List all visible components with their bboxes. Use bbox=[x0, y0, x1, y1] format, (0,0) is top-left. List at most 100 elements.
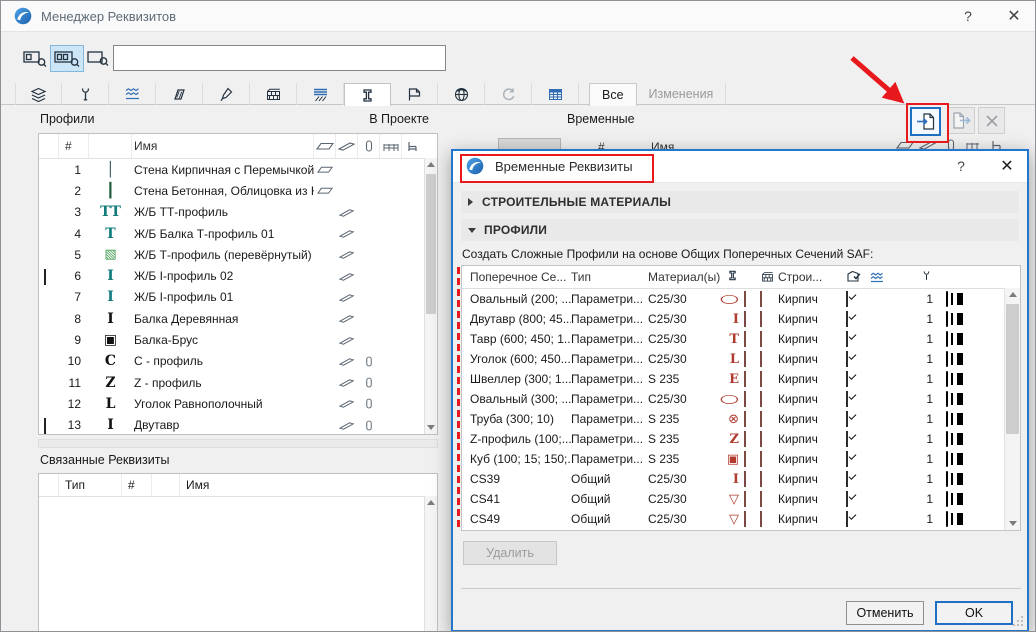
fill-checkbox[interactable] bbox=[846, 351, 848, 367]
tab-composites[interactable] bbox=[250, 83, 297, 105]
column-header-type[interactable]: Тип bbox=[571, 270, 648, 284]
fill-checkbox[interactable] bbox=[846, 491, 848, 507]
linked-column-number[interactable]: # bbox=[122, 474, 152, 496]
column-header-cross-section[interactable]: Поперечное Се... bbox=[462, 270, 571, 284]
line-type-column-icon[interactable] bbox=[861, 271, 909, 283]
delete-button[interactable]: Удалить bbox=[463, 541, 557, 565]
profile-row[interactable]: 2 ┃ Стена Бетонная, Облицовка из Кир... bbox=[39, 180, 437, 201]
ok-button[interactable]: OK bbox=[935, 601, 1013, 625]
linked-column-name[interactable]: Имя bbox=[180, 474, 424, 496]
filter-both-button[interactable] bbox=[50, 45, 84, 72]
tab-layers[interactable] bbox=[15, 83, 62, 105]
scrollbar-thumb[interactable] bbox=[426, 174, 436, 314]
cross-section-row[interactable]: Уголок (600; 450... Параметри... C25/30 … bbox=[462, 349, 1020, 369]
cross-section-row[interactable]: Овальный (200; ... Параметри... C25/30 ○… bbox=[462, 289, 1020, 309]
tab-surfaces[interactable] bbox=[203, 83, 250, 105]
tab-changes[interactable]: Изменения bbox=[637, 83, 727, 105]
cross-section-row[interactable]: CS49 Общий C25/30 ▽ Кирпич 1 bbox=[462, 509, 1020, 529]
profile-row[interactable]: 8 I Балка Деревянная bbox=[39, 308, 437, 329]
fill-checkbox[interactable] bbox=[846, 371, 848, 387]
cross-section-row[interactable]: Z-профиль (100;... Параметри... S 235 Z … bbox=[462, 429, 1020, 449]
delete-temporary-button[interactable] bbox=[978, 107, 1005, 134]
cross-section-row[interactable]: Труба (300; 10) Параметри... S 235 ⊗ Кир… bbox=[462, 409, 1020, 429]
help-button[interactable]: ? bbox=[951, 1, 985, 30]
fill-swatch bbox=[744, 391, 746, 407]
section-profiles[interactable]: ПРОФИЛИ bbox=[461, 219, 1019, 241]
pen-column-icon[interactable] bbox=[909, 269, 933, 286]
close-button[interactable]: ✕ bbox=[997, 1, 1031, 30]
tab-pens[interactable] bbox=[62, 83, 109, 105]
search-input[interactable] bbox=[113, 45, 446, 71]
fill-checkbox[interactable] bbox=[846, 471, 848, 487]
scroll-up-icon[interactable] bbox=[425, 158, 437, 171]
export-temporary-button[interactable] bbox=[948, 107, 975, 134]
profile-row[interactable]: 4 Т Ж/Б Балка Т-профиль 01 bbox=[39, 223, 437, 244]
import-temporary-button[interactable] bbox=[910, 107, 941, 136]
cross-sections-scrollbar[interactable] bbox=[1004, 288, 1020, 530]
tab-profiles[interactable] bbox=[344, 83, 391, 106]
column-header-building[interactable]: Строи... bbox=[776, 270, 846, 284]
tab-composite-structures[interactable] bbox=[297, 83, 344, 105]
fill-checkbox[interactable] bbox=[846, 291, 848, 307]
profile-row[interactable]: 10 С С - профиль bbox=[39, 351, 437, 372]
building-material-column-icon[interactable] bbox=[760, 270, 776, 284]
scroll-up-icon[interactable] bbox=[425, 496, 437, 509]
cross-section-row[interactable]: CS41 Общий C25/30 ▽ Кирпич 1 bbox=[462, 489, 1020, 509]
fill-checkbox[interactable] bbox=[846, 511, 848, 527]
fill-checkbox[interactable] bbox=[846, 331, 848, 347]
tab-all[interactable]: Все bbox=[589, 83, 637, 106]
cross-section-row[interactable]: Овальный (300; ... Параметри... C25/30 ○… bbox=[462, 389, 1020, 409]
beam-column-icon[interactable] bbox=[336, 134, 358, 158]
tab-zone-categories[interactable] bbox=[391, 83, 438, 105]
railing-column-icon[interactable] bbox=[380, 134, 402, 158]
fill-checkbox[interactable] bbox=[846, 411, 848, 427]
fill-checkbox[interactable] bbox=[846, 311, 848, 327]
section-building-materials[interactable]: СТРОИТЕЛЬНЫЕ МАТЕРИАЛЫ bbox=[461, 191, 1019, 213]
cross-section-row[interactable]: Тавр (600; 450; 1... Параметри... C25/30… bbox=[462, 329, 1020, 349]
fill-checkbox[interactable] bbox=[846, 431, 848, 447]
column-header-name[interactable]: Имя bbox=[132, 134, 314, 158]
profile-row[interactable]: 3 ТТ Ж/Б ТТ-профиль bbox=[39, 202, 437, 223]
fill-check-column-icon[interactable] bbox=[846, 270, 861, 284]
column-column-icon[interactable] bbox=[358, 134, 380, 158]
profile-row[interactable]: 5 ▧ Ж/Б Т-профиль (перевёрнутый) bbox=[39, 244, 437, 265]
modal-help-button[interactable]: ? bbox=[949, 158, 973, 174]
scroll-up-icon[interactable] bbox=[1005, 288, 1020, 301]
tab-revisions[interactable] bbox=[485, 83, 532, 105]
filter-temporary-button[interactable] bbox=[84, 45, 112, 72]
cross-section-row[interactable]: Куб (100; 15; 150;... Параметри... S 235… bbox=[462, 449, 1020, 469]
scrollbar-thumb[interactable] bbox=[1006, 304, 1019, 434]
linked-column-type[interactable]: Тип bbox=[59, 474, 122, 496]
profile-row[interactable]: 11 Z Z - профиль bbox=[39, 372, 437, 393]
resize-grip[interactable] bbox=[1013, 616, 1024, 627]
profile-row[interactable]: 13 I Двутавр bbox=[39, 415, 437, 434]
cancel-button[interactable]: Отменить bbox=[846, 601, 924, 625]
column-header-material[interactable]: Материал(ы) bbox=[648, 270, 720, 284]
cross-section-row[interactable]: Двутавр (800; 45... Параметри... C25/30 … bbox=[462, 309, 1020, 329]
profile-row[interactable]: 1 │ Стена Кирпичная с Перемычкой bbox=[39, 159, 437, 180]
profile-row[interactable]: 9 ▣ Балка-Брус bbox=[39, 329, 437, 350]
fill-checkbox[interactable] bbox=[846, 391, 848, 407]
fill-checkbox[interactable] bbox=[846, 451, 848, 467]
column-header-number[interactable]: # bbox=[59, 134, 89, 158]
partial-button[interactable] bbox=[498, 138, 561, 149]
profile-row[interactable]: 12 L Уголок Равнополочный bbox=[39, 393, 437, 414]
cross-section-row[interactable]: Швеллер (300; 1... Параметри... S 235 E … bbox=[462, 369, 1020, 389]
panel-splitter[interactable] bbox=[38, 439, 438, 448]
tab-schedules-grid[interactable] bbox=[532, 83, 579, 105]
tab-fill-types[interactable] bbox=[156, 83, 203, 105]
object-column-icon[interactable] bbox=[402, 134, 424, 158]
filter-project-button[interactable] bbox=[20, 45, 50, 72]
scroll-down-icon[interactable] bbox=[425, 421, 437, 434]
tab-line-types[interactable] bbox=[109, 83, 156, 105]
profile-column-icon[interactable] bbox=[706, 269, 744, 285]
profile-row[interactable]: 6 I Ж/Б I-профиль 02 bbox=[39, 265, 437, 286]
scroll-down-icon[interactable] bbox=[1005, 517, 1020, 530]
modal-close-button[interactable]: ✕ bbox=[993, 156, 1021, 176]
profile-row[interactable]: 7 I Ж/Б I-профиль 01 bbox=[39, 287, 437, 308]
tab-markup-globe[interactable] bbox=[438, 83, 485, 105]
wall-column-icon[interactable] bbox=[314, 134, 336, 158]
linked-scrollbar[interactable] bbox=[424, 496, 437, 631]
cross-section-row[interactable]: CS39 Общий C25/30 I Кирпич 1 bbox=[462, 469, 1020, 489]
profiles-scrollbar[interactable] bbox=[424, 158, 437, 434]
